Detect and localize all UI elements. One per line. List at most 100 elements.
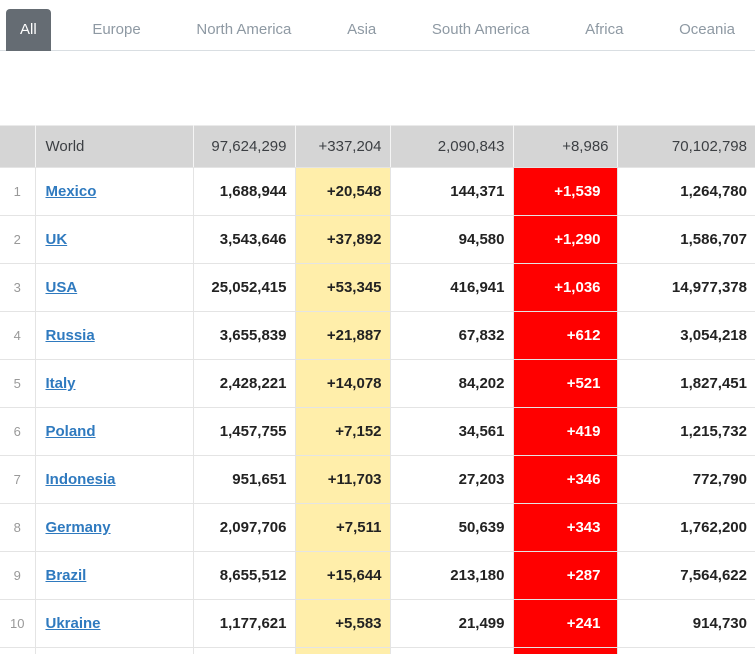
- deaths-cell: 50,639: [390, 504, 513, 552]
- recovered-cell: 14,977,378: [617, 264, 755, 312]
- country-cell: UK: [35, 216, 193, 264]
- new-cases-cell: +5,583: [295, 600, 390, 648]
- new-cases-cell: +15,644: [295, 552, 390, 600]
- new-deaths-cell: +612: [513, 312, 617, 360]
- country-cell: Italy: [35, 360, 193, 408]
- new-cases-cell: +7,511: [295, 504, 390, 552]
- deaths-cell: 27,203: [390, 456, 513, 504]
- world-label: World: [35, 126, 193, 168]
- rank-cell: 8: [0, 504, 35, 552]
- table-row: 6 Poland 1,457,755 +7,152 34,561 +419 1,…: [0, 408, 755, 456]
- covid-stats-table: World 97,624,299 +337,204 2,090,843 +8,9…: [0, 125, 755, 654]
- total-cases-cell: 97,624,299: [193, 126, 295, 168]
- new-deaths-cell: +1,539: [513, 168, 617, 216]
- recovered-cell: 1,827,451: [617, 360, 755, 408]
- tab-label: Oceania: [679, 21, 735, 38]
- tab-oceania[interactable]: Oceania: [665, 9, 749, 51]
- new-deaths-cell: +241: [513, 600, 617, 648]
- new-deaths-cell: +287: [513, 552, 617, 600]
- tab-south-america[interactable]: South America: [418, 9, 544, 51]
- new-deaths-cell: +343: [513, 504, 617, 552]
- country-link[interactable]: Russia: [46, 327, 95, 344]
- country-link[interactable]: Ukraine: [46, 615, 101, 632]
- tab-asia[interactable]: Asia: [333, 9, 390, 51]
- country-cell: Ukraine: [35, 600, 193, 648]
- tab-all[interactable]: All: [6, 9, 51, 51]
- total-cases-cell: 951,651: [193, 456, 295, 504]
- table-row: 1 Mexico 1,688,944 +20,548 144,371 +1,53…: [0, 168, 755, 216]
- tab-label: Africa: [585, 21, 623, 38]
- table-row: 5 Italy 2,428,221 +14,078 84,202 +521 1,…: [0, 360, 755, 408]
- country-cell: Indonesia: [35, 456, 193, 504]
- tab-europe[interactable]: Europe: [78, 9, 154, 51]
- rank-cell: 7: [0, 456, 35, 504]
- table-row: 8 Germany 2,097,706 +7,511 50,639 +343 1…: [0, 504, 755, 552]
- country-link[interactable]: Brazil: [46, 567, 87, 584]
- recovered-cell: 1,586,707: [617, 216, 755, 264]
- tab-north-america[interactable]: North America: [182, 9, 305, 51]
- country-cell: USA: [35, 264, 193, 312]
- deaths-cell: 213,180: [390, 552, 513, 600]
- table-row: 3 USA 25,052,415 +53,345 416,941 +1,036 …: [0, 264, 755, 312]
- total-cases-cell: 25,052,415: [193, 264, 295, 312]
- table-row: 9 Brazil 8,655,512 +15,644 213,180 +287 …: [0, 552, 755, 600]
- total-cases-cell: 1,177,621: [193, 600, 295, 648]
- country-cell: Poland: [35, 408, 193, 456]
- tab-label: Europe: [92, 21, 140, 38]
- total-cases-cell: 3,543,646: [193, 216, 295, 264]
- new-deaths-cell: +521: [513, 360, 617, 408]
- deaths-cell: 34,561: [390, 408, 513, 456]
- tab-label: North America: [196, 21, 291, 38]
- recovered-cell: 914,730: [617, 600, 755, 648]
- country-link[interactable]: Indonesia: [46, 471, 116, 488]
- country-link[interactable]: Germany: [46, 519, 111, 536]
- tab-panel-spacer: [0, 51, 755, 125]
- country-link[interactable]: Italy: [46, 375, 76, 392]
- new-deaths-cell: +346: [513, 456, 617, 504]
- total-cases-cell: 8,655,512: [193, 552, 295, 600]
- new-cases-cell: +20,548: [295, 168, 390, 216]
- country-link[interactable]: Mexico: [46, 183, 97, 200]
- table-row: 7 Indonesia 951,651 +11,703 27,203 +346 …: [0, 456, 755, 504]
- new-cases-cell: +11,703: [295, 456, 390, 504]
- deaths-cell: 2,090,843: [390, 126, 513, 168]
- new-cases-cell: +7,152: [295, 408, 390, 456]
- recovered-cell: 1,264,780: [617, 168, 755, 216]
- new-cases-cell: +14,078: [295, 360, 390, 408]
- recovered-cell: 1,215,732: [617, 408, 755, 456]
- tab-label: All: [20, 21, 37, 38]
- country-link[interactable]: Poland: [46, 423, 96, 440]
- rank-cell: 3: [0, 264, 35, 312]
- deaths-cell: 144,371: [390, 168, 513, 216]
- country-link[interactable]: UK: [46, 231, 68, 248]
- recovered-cell: 1,762,200: [617, 504, 755, 552]
- total-cases-cell: 1,688,944: [193, 168, 295, 216]
- country-cell: Brazil: [35, 552, 193, 600]
- recovered-cell: 7,564,622: [617, 552, 755, 600]
- new-deaths-cell: +1,036: [513, 264, 617, 312]
- new-cases-cell: +337,204: [295, 126, 390, 168]
- total-cases-cell: 3,655,839: [193, 312, 295, 360]
- deaths-cell: 21,499: [390, 600, 513, 648]
- deaths-cell: 67,832: [390, 312, 513, 360]
- deaths-cell: 416,941: [390, 264, 513, 312]
- rank-cell: 10: [0, 600, 35, 648]
- tab-label: Asia: [347, 21, 376, 38]
- rank-cell: 4: [0, 312, 35, 360]
- rank-cell: 9: [0, 552, 35, 600]
- deaths-cell: 84,202: [390, 360, 513, 408]
- total-cases-cell: 1,457,755: [193, 408, 295, 456]
- tab-africa[interactable]: Africa: [571, 9, 637, 51]
- country-link[interactable]: USA: [46, 279, 78, 296]
- new-cases-cell: +53,345: [295, 264, 390, 312]
- deaths-cell: 94,580: [390, 216, 513, 264]
- tab-label: South America: [432, 21, 530, 38]
- country-cell: Germany: [35, 504, 193, 552]
- recovered-cell: 3,054,218: [617, 312, 755, 360]
- total-cases-cell: 2,428,221: [193, 360, 295, 408]
- country-cell: Mexico: [35, 168, 193, 216]
- continent-tabs: All Europe North America Asia South America A…: [0, 9, 755, 51]
- rank-cell: 1: [0, 168, 35, 216]
- table-row: 4 Russia 3,655,839 +21,887 67,832 +612 3…: [0, 312, 755, 360]
- recovered-cell: 772,790: [617, 456, 755, 504]
